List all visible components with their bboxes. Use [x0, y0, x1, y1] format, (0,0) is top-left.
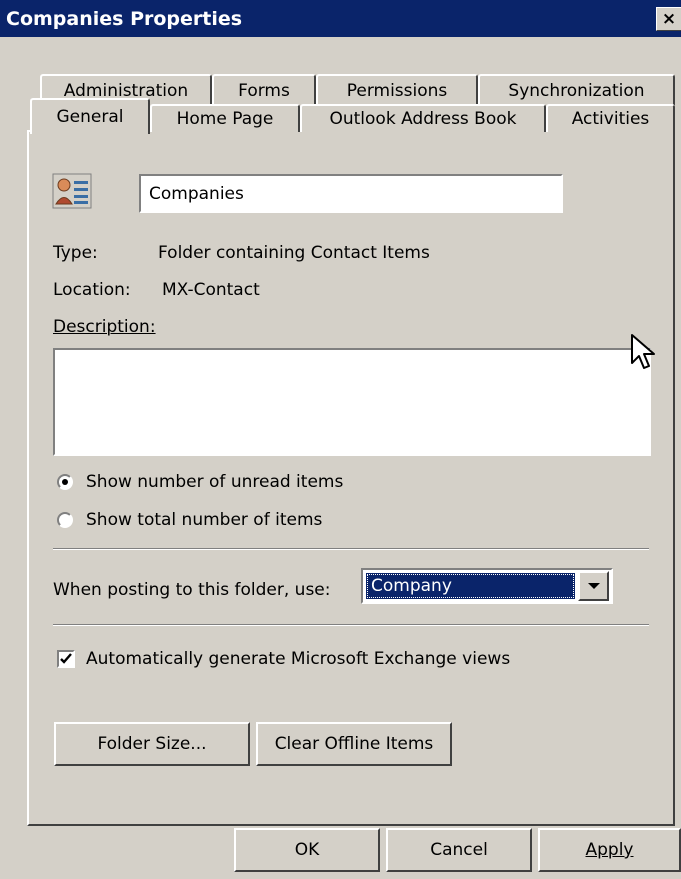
tab-general[interactable]: General [30, 98, 150, 134]
clear-offline-items-label: Clear Offline Items [274, 734, 434, 754]
tab-label: Home Page [176, 109, 274, 129]
cancel-label: Cancel [430, 840, 488, 860]
radio-show-unread[interactable] [57, 474, 73, 490]
checkmark-icon [60, 653, 72, 664]
chevron-down-icon [587, 583, 600, 589]
tab-permissions[interactable]: Permissions [316, 74, 478, 105]
window-title: Companies Properties [6, 8, 243, 30]
tab-label: Outlook Address Book [329, 109, 517, 129]
apply-label: Apply [585, 840, 634, 860]
folder-size-button[interactable]: Folder Size... [54, 722, 250, 766]
tab-forms[interactable]: Forms [212, 74, 316, 105]
folder-name-input[interactable]: Companies [139, 174, 563, 213]
close-icon: × [661, 9, 677, 29]
posting-form-select[interactable]: Company [361, 568, 613, 604]
tab-activities[interactable]: Activities [546, 104, 675, 132]
radio-show-total[interactable] [57, 512, 73, 528]
tab-label: Permissions [346, 80, 448, 101]
tab-outlook-address-book[interactable]: Outlook Address Book [300, 104, 546, 132]
radio-selected-dot [62, 479, 68, 485]
apply-button[interactable]: Apply [538, 828, 681, 872]
title-bar: Companies Properties × [0, 0, 681, 37]
tab-synchronization[interactable]: Synchronization [478, 74, 675, 105]
tab-home-page[interactable]: Home Page [150, 104, 300, 132]
tab-label: General [56, 107, 124, 127]
close-button[interactable]: × [656, 7, 681, 31]
tab-label: Synchronization [508, 80, 645, 101]
cancel-button[interactable]: Cancel [386, 828, 532, 872]
posting-value-text: Company [371, 576, 452, 596]
ok-label: OK [294, 840, 320, 860]
clear-offline-items-button[interactable]: Clear Offline Items [256, 722, 452, 766]
folder-size-label: Folder Size... [97, 734, 207, 754]
folder-name-text: Companies [149, 184, 244, 204]
dropdown-button[interactable] [578, 571, 609, 601]
ok-button[interactable]: OK [234, 828, 380, 872]
description-textarea[interactable] [53, 348, 651, 456]
tab-label: Activities [571, 109, 650, 129]
posting-selected-value: Company [366, 573, 575, 599]
auto-views-checkbox[interactable] [57, 650, 75, 668]
tab-label: Forms [238, 80, 290, 101]
